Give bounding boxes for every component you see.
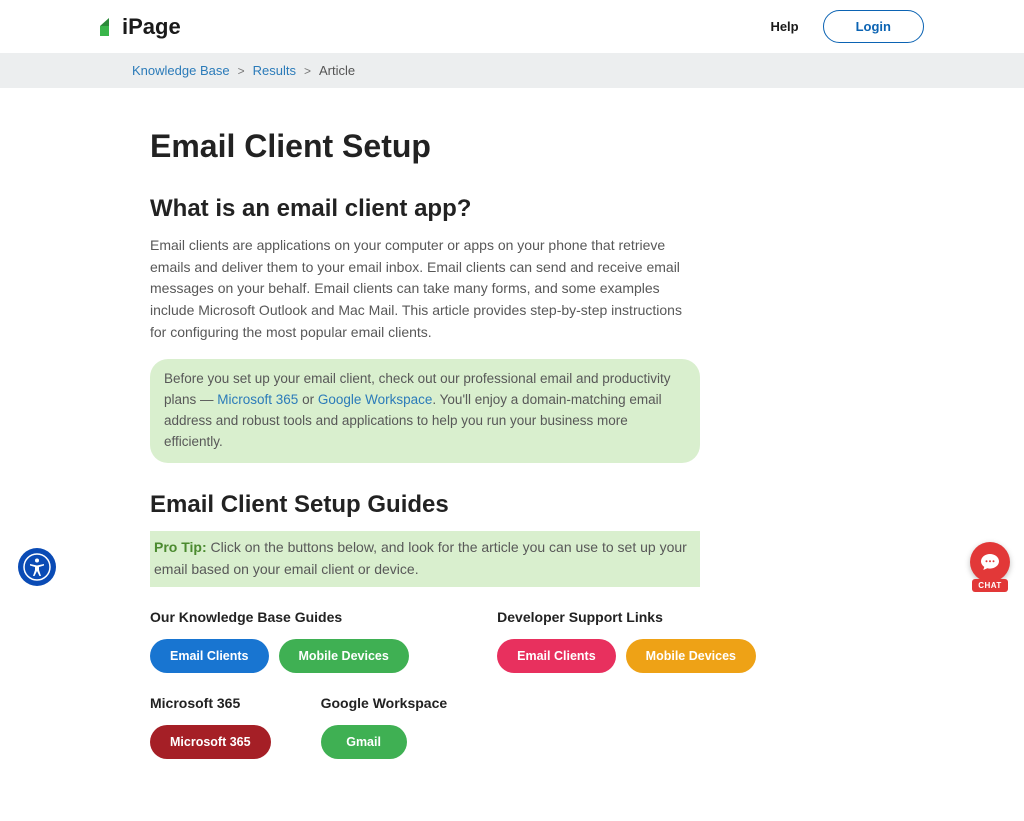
guides-col-kb: Our Knowledge Base Guides Email Clients … xyxy=(150,609,447,781)
section-heading-what-is: What is an email client app? xyxy=(150,195,700,223)
protip-label: Pro Tip: xyxy=(154,539,207,555)
breadcrumb-knowledge-base[interactable]: Knowledge Base xyxy=(132,63,230,78)
section-body: Email clients are applications on your c… xyxy=(150,235,700,343)
btn-kb-mobile-devices[interactable]: Mobile Devices xyxy=(279,639,409,673)
login-button[interactable]: Login xyxy=(823,10,924,43)
callout-plans: Before you set up your email client, che… xyxy=(150,359,700,463)
guides-col-dev: Developer Support Links Email Clients Mo… xyxy=(497,609,756,781)
logo[interactable]: iPage xyxy=(100,14,181,40)
pill-row-kb: Email Clients Mobile Devices xyxy=(150,639,447,673)
logo-text: iPage xyxy=(122,14,181,40)
guides-heading-gworkspace: Google Workspace xyxy=(321,695,448,711)
breadcrumb-sep: > xyxy=(304,64,311,78)
callout-text: or xyxy=(298,392,318,407)
chat-label: CHAT xyxy=(972,579,1008,592)
btn-dev-email-clients[interactable]: Email Clients xyxy=(497,639,616,673)
guides-heading-kb: Our Knowledge Base Guides xyxy=(150,609,447,625)
page-title: Email Client Setup xyxy=(150,128,700,165)
header: iPage Help Login xyxy=(0,0,1024,53)
guides-heading-dev: Developer Support Links xyxy=(497,609,756,625)
breadcrumb-sep: > xyxy=(238,64,245,78)
protip-body: Click on the buttons below, and look for… xyxy=(154,539,687,577)
breadcrumb-results[interactable]: Results xyxy=(253,63,296,78)
chat-widget[interactable]: CHAT xyxy=(970,542,1010,592)
link-google-workspace[interactable]: Google Workspace xyxy=(318,392,433,407)
header-right: Help Login xyxy=(770,10,924,43)
article-content: Email Client Setup What is an email clie… xyxy=(130,88,720,821)
guides-heading-m365: Microsoft 365 xyxy=(150,695,271,711)
pill-row-dev: Email Clients Mobile Devices xyxy=(497,639,756,673)
btn-microsoft-365[interactable]: Microsoft 365 xyxy=(150,725,271,759)
section-heading-guides: Email Client Setup Guides xyxy=(150,491,700,519)
chat-icon xyxy=(970,542,1010,582)
breadcrumb-current: Article xyxy=(319,63,355,78)
btn-gmail[interactable]: Gmail xyxy=(321,725,407,759)
guides-row: Our Knowledge Base Guides Email Clients … xyxy=(150,609,700,781)
breadcrumb-bar: Knowledge Base > Results > Article xyxy=(0,53,1024,88)
btn-dev-mobile-devices[interactable]: Mobile Devices xyxy=(626,639,756,673)
help-link[interactable]: Help xyxy=(770,19,798,34)
protip-banner: Pro Tip: Click on the buttons below, and… xyxy=(150,531,700,586)
link-microsoft-365[interactable]: Microsoft 365 xyxy=(217,392,298,407)
logo-icon xyxy=(100,18,118,36)
accessibility-icon[interactable] xyxy=(18,548,56,586)
btn-kb-email-clients[interactable]: Email Clients xyxy=(150,639,269,673)
breadcrumb: Knowledge Base > Results > Article xyxy=(112,63,912,78)
